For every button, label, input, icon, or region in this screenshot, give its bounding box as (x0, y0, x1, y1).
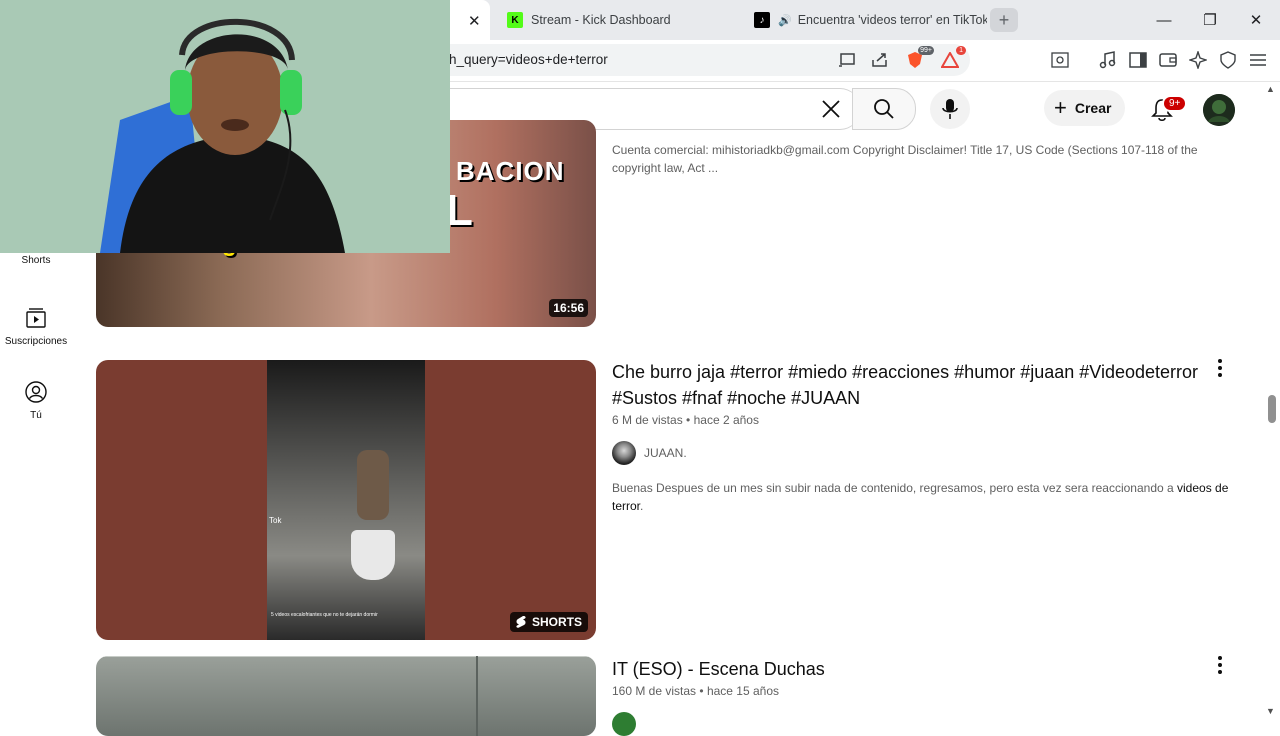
kick-favicon-icon: K (507, 12, 523, 28)
thumbnail-caption: 5 videos escalofriantes que no te dejará… (271, 612, 378, 618)
tab-kick-dashboard[interactable]: K Stream - Kick Dashboard (495, 0, 740, 40)
streamer-webcam-image (0, 0, 450, 253)
guide-item-label: Shorts (21, 255, 51, 266)
voice-search-button[interactable] (930, 89, 970, 129)
microphone-icon (942, 99, 958, 119)
webcam-overlay (0, 0, 450, 253)
channel-name: JUAAN. (644, 446, 687, 460)
more-actions-icon[interactable] (1210, 358, 1230, 378)
video-metadata: 6 M de vistas • hace 2 años (612, 413, 759, 427)
short-video-frame: Tok 5 videos escalofriantes que no te de… (267, 360, 425, 640)
create-button-label: Crear (1074, 100, 1112, 116)
clear-search-icon[interactable] (820, 98, 842, 120)
address-bar-url: h_query=videos+de+terror (449, 52, 608, 67)
create-button[interactable]: + Crear (1044, 90, 1126, 126)
guide-item-label: Tú (30, 410, 42, 421)
brave-rewards-icon[interactable]: 1 (940, 46, 966, 70)
notifications-count-badge: 9+ (1162, 95, 1188, 112)
media-music-icon[interactable] (1098, 50, 1118, 70)
shorts-icon (516, 616, 526, 628)
rewards-count-badge: 1 (956, 46, 966, 55)
tab-tiktok-search[interactable]: ♪ 🔊 Encuentra 'videos terror' en TikTok (742, 0, 987, 40)
guide-item-subscriptions[interactable]: Suscripciones (0, 306, 72, 347)
guide-item-shorts[interactable]: Shorts (0, 255, 72, 266)
shorts-badge: SHORTS (509, 612, 588, 632)
scrollbar-thumb[interactable] (1268, 395, 1276, 423)
shorts-badge-label: SHORTS (531, 615, 582, 629)
vpn-shield-icon[interactable] (1218, 50, 1238, 70)
address-bar[interactable]: h_query=videos+de+terror 99+ 1 (440, 44, 970, 76)
channel-link[interactable]: JUAAN. (612, 441, 687, 465)
tiktok-favicon-icon: ♪ (754, 12, 770, 28)
video-title-link[interactable]: IT (ESO) - Escena Duchas (612, 656, 1212, 682)
brave-shields-icon[interactable]: 99+ (905, 46, 934, 70)
sidebar-toggle-icon[interactable] (1128, 50, 1148, 70)
tiktok-watermark-label: Tok (269, 516, 282, 525)
scroll-up-arrow-icon[interactable]: ▲ (1266, 84, 1275, 94)
shields-count-badge: 99+ (918, 46, 934, 55)
video-description: Buenas Despues de un mes sin subir nada … (612, 481, 1229, 513)
minimize-window-button[interactable]: — (1141, 0, 1187, 40)
close-tab-icon[interactable]: ✕ (468, 12, 481, 30)
scroll-down-arrow-icon[interactable]: ▼ (1266, 706, 1275, 716)
close-window-button[interactable]: ✕ (1233, 0, 1279, 40)
video-duration: 16:56 (549, 299, 588, 317)
thumbnail-overlay-text: BACION (456, 156, 565, 186)
upload-age: hace 15 años (706, 684, 779, 698)
thumbnail-overlay-letter: L (446, 186, 473, 235)
video-thumbnail[interactable]: Tok 5 videos escalofriantes que no te de… (96, 360, 596, 640)
video-description: Cuenta comercial: mihistoriadkb@gmail.co… (612, 143, 1198, 175)
tab-tiktok-label: Encuentra 'videos terror' en TikTok (797, 13, 987, 27)
channel-avatar (612, 441, 636, 465)
search-button[interactable] (852, 88, 916, 130)
channel-avatar[interactable] (612, 712, 636, 736)
search-icon (874, 99, 894, 119)
tab-search-icon[interactable] (1050, 50, 1070, 70)
more-actions-icon[interactable] (1210, 655, 1230, 675)
tab-youtube-active[interactable]: ✕ (450, 0, 490, 40)
video-metadata: 160 M de vistas • hace 15 años (612, 684, 779, 698)
restore-window-button[interactable]: ❐ (1187, 0, 1233, 40)
account-avatar[interactable] (1203, 94, 1235, 126)
plus-icon: + (1054, 95, 1067, 120)
cast-icon[interactable] (837, 50, 857, 70)
wallet-icon[interactable] (1158, 50, 1178, 70)
video-title-link[interactable]: Che burro jaja #terror #miedo #reaccione… (612, 359, 1212, 411)
guide-item-you[interactable]: Tú (0, 380, 72, 421)
subscriptions-icon (26, 308, 46, 328)
share-icon[interactable] (870, 50, 890, 70)
video-thumbnail[interactable] (96, 656, 596, 736)
upload-age: hace 2 años (693, 413, 759, 427)
leo-ai-icon[interactable] (1188, 50, 1208, 70)
tab-kick-label: Stream - Kick Dashboard (531, 13, 671, 27)
user-circle-icon (25, 381, 47, 403)
new-tab-button[interactable]: + (990, 8, 1018, 32)
view-count: 6 M de vistas (612, 413, 683, 427)
browser-menu-icon[interactable] (1248, 50, 1268, 70)
guide-item-label: Suscripciones (4, 336, 68, 347)
audio-playing-icon: 🔊 (778, 14, 792, 27)
view-count: 160 M de vistas (612, 684, 697, 698)
